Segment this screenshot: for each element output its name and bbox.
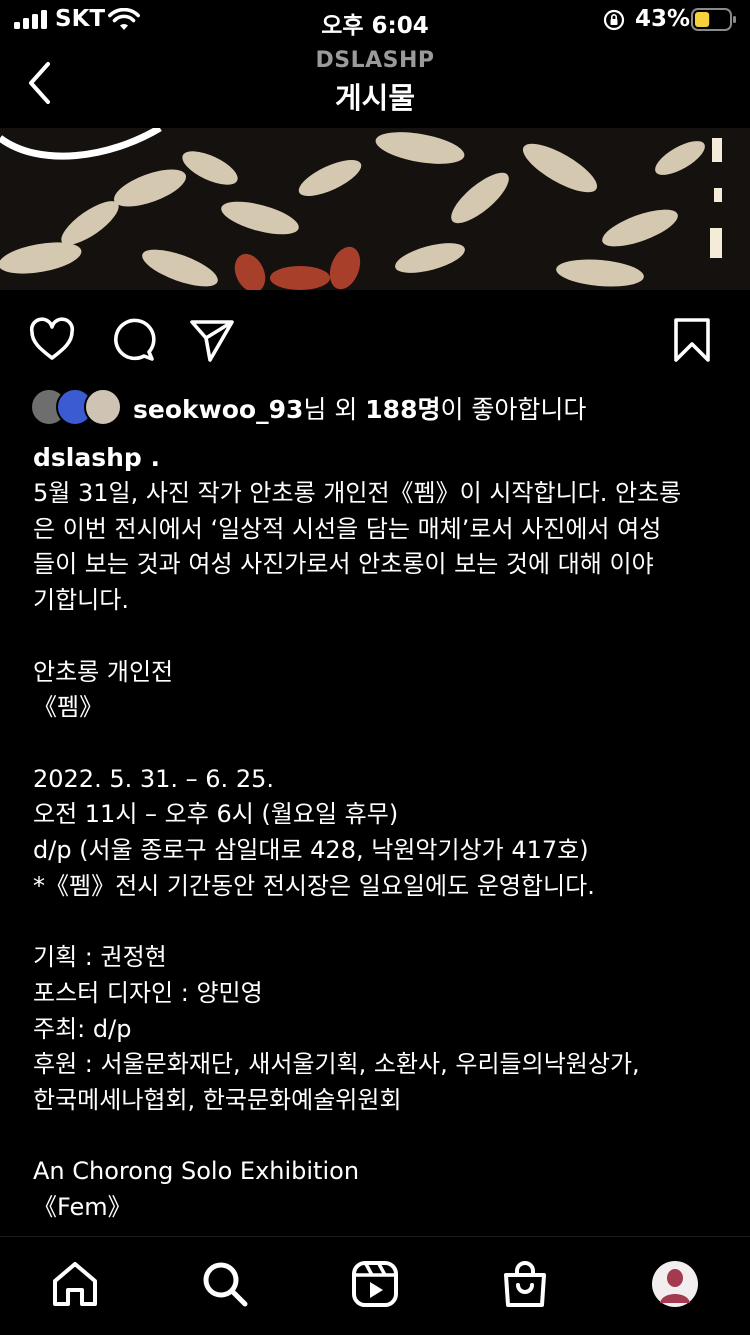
caption-line: 포스터 디자인 : 양민영	[33, 978, 263, 1007]
heart-icon[interactable]	[28, 316, 76, 364]
caption-line: 안초롱 개인전	[33, 657, 174, 686]
likes-summary[interactable]: seokwoo_93님 외 188명이 좋아합니다	[30, 386, 730, 426]
liker-username[interactable]: seokwoo_93	[133, 395, 303, 424]
nav-header: DSLASHP 게시물	[0, 40, 750, 128]
caption-body: 5월 31일, 사진 작가 안초롱 개인전《펨》이 시작합니다. 안초롱은 이번…	[33, 476, 723, 1226]
shop-icon[interactable]	[500, 1259, 550, 1309]
liker-avatars	[30, 388, 122, 426]
reels-icon[interactable]	[350, 1259, 400, 1309]
author-username[interactable]: dslashp .	[33, 440, 723, 476]
caption-line: 들이 보는 것과 여성 사진가로서 안초롱이 보는 것에 대해 이야	[33, 550, 654, 579]
post-actions	[0, 310, 750, 370]
caption-line	[33, 1119, 723, 1155]
likes-count[interactable]: 188명	[365, 395, 440, 424]
caption-line: 2022. 5. 31. – 6. 25.	[33, 764, 274, 793]
account-name[interactable]: DSLASHP	[0, 48, 750, 73]
caption-line: 은 이번 전시에서 ‘일상적 시선을 담는 매체’로서 사진에서 여성	[33, 514, 662, 543]
likes-connector: 님 외	[303, 395, 366, 424]
caption-line: 《펨》	[33, 693, 104, 722]
orientation-lock-icon	[603, 9, 625, 31]
home-icon[interactable]	[50, 1259, 100, 1309]
post-image[interactable]	[0, 128, 750, 290]
post-caption: dslashp . 5월 31일, 사진 작가 안초롱 개인전《펨》이 시작합니…	[33, 440, 723, 1226]
bookmark-icon[interactable]	[668, 316, 716, 364]
caption-line	[33, 904, 723, 940]
caption-line: 후원 : 서울문화재단, 새서울기획, 소환사, 우리들의낙원상가,	[33, 1050, 640, 1079]
avatar	[84, 388, 122, 426]
caption-line: 주최: d/p	[33, 1014, 132, 1043]
caption-line: 한국메세나협회, 한국문화예술위원회	[33, 1085, 402, 1114]
page-title: 게시물	[334, 81, 416, 115]
status-bar: SKT 오후 6:04 43%	[0, 0, 750, 40]
caption-line: d/p (서울 종로구 삼일대로 428, 낙원악기상가 417호)	[33, 836, 589, 865]
caption-line: 기획 : 권정현	[33, 943, 167, 972]
battery-percent: 43%	[635, 6, 691, 32]
likes-text: seokwoo_93님 외 188명이 좋아합니다	[133, 390, 586, 426]
caption-line	[33, 726, 723, 762]
caption-line: 5월 31일, 사진 작가 안초롱 개인전《펨》이 시작합니다. 안초롱	[33, 479, 682, 507]
caption-line: An Chorong Solo Exhibition	[33, 1157, 360, 1186]
caption-line: 오전 11시 – 오후 6시 (월요일 휴무)	[33, 800, 399, 829]
caption-line: 기합니다.	[33, 586, 129, 615]
caption-line	[33, 619, 723, 655]
bottom-tab-bar	[0, 1236, 750, 1335]
likes-suffix: 이 좋아합니다	[440, 395, 587, 424]
profile-avatar-icon[interactable]	[650, 1259, 700, 1309]
caption-line: *《펨》전시 기간동안 전시장은 일요일에도 운영합니다.	[33, 871, 595, 900]
paper-plane-icon[interactable]	[188, 316, 236, 364]
caption-line: 《Fem》	[33, 1193, 132, 1222]
battery-icon	[691, 8, 736, 31]
search-icon[interactable]	[200, 1259, 250, 1309]
comment-icon[interactable]	[108, 316, 156, 364]
